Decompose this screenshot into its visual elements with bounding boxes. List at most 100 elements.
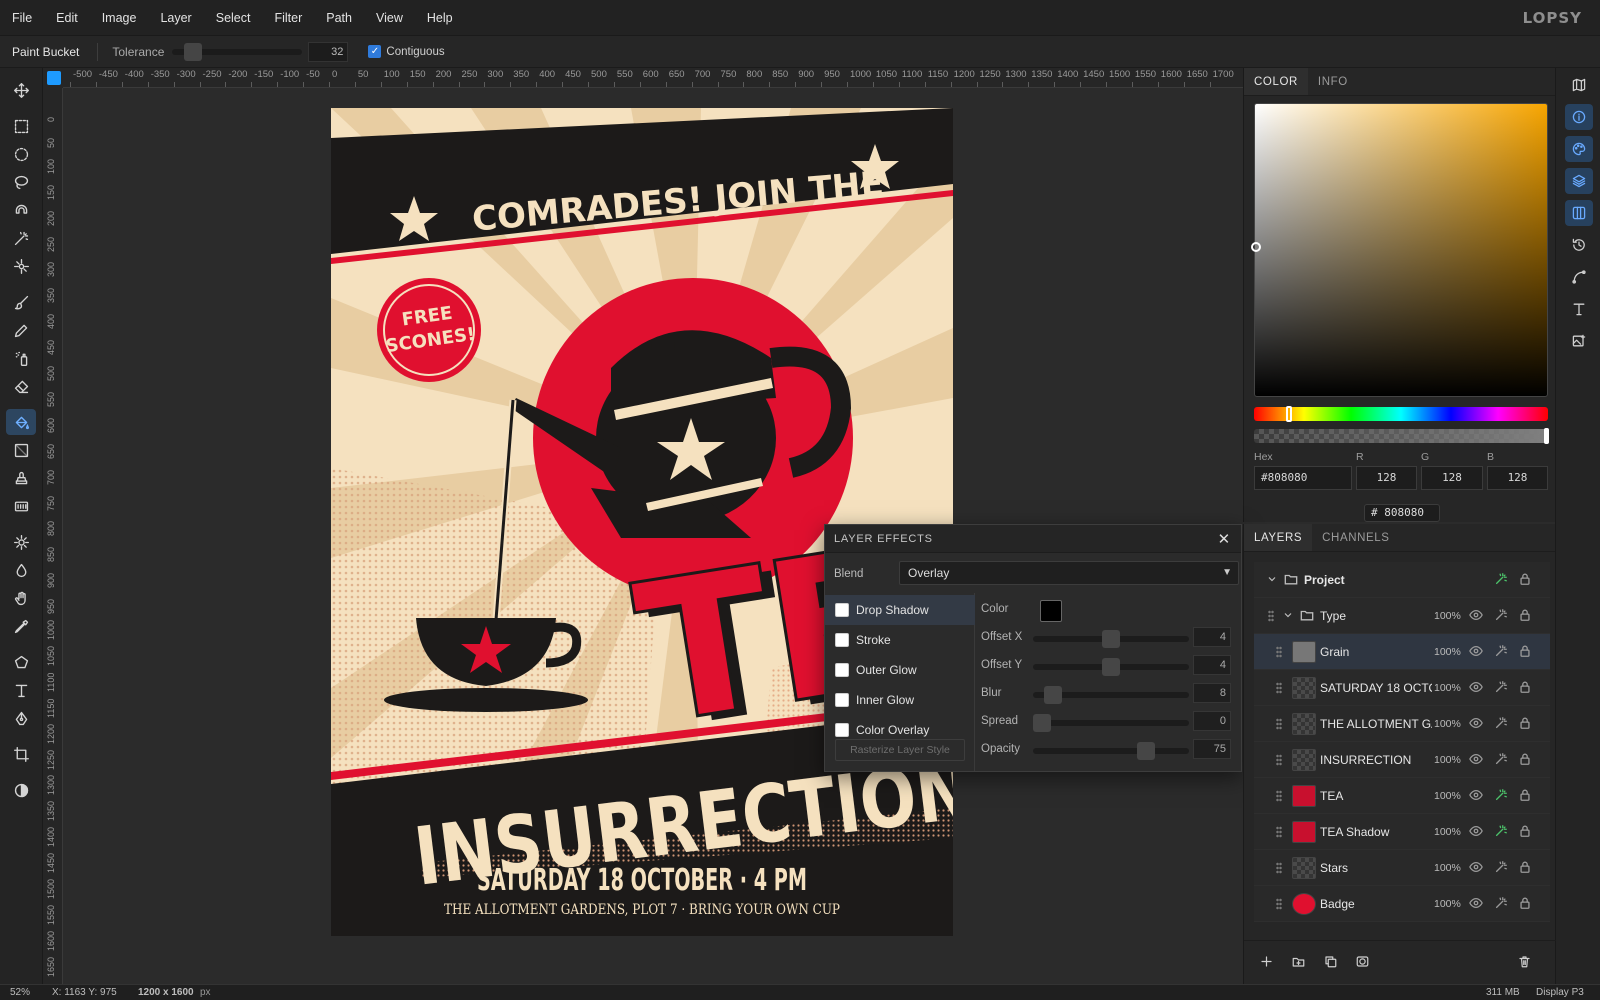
layer-effects-icon[interactable] (1494, 788, 1510, 804)
add-layer-button[interactable] (1256, 951, 1276, 971)
tab-layers[interactable]: LAYERS (1244, 524, 1313, 551)
layer-opacity[interactable]: 100% (1434, 646, 1461, 658)
opacity-value[interactable]: 75 (1193, 739, 1231, 759)
hand-tool[interactable] (6, 585, 36, 611)
layer-opacity[interactable]: 100% (1434, 754, 1461, 766)
vertical-ruler[interactable]: 0 50 100 150 200 250 300 350 400 450 500 550 600 650 7… (43, 88, 63, 984)
add-mask-button[interactable] (1352, 951, 1372, 971)
tab-info[interactable]: INFO (1308, 68, 1358, 95)
g-input[interactable]: 128 (1421, 466, 1483, 490)
lock-icon[interactable] (1518, 788, 1534, 804)
layer-row[interactable]: Grain 100% (1254, 634, 1550, 670)
visibility-eye-icon[interactable] (1469, 680, 1485, 696)
visibility-eye-icon[interactable] (1469, 644, 1485, 660)
poster-artwork[interactable]: COMRADES! JOIN THE FREE SCONES! TEA TEA … (331, 108, 953, 936)
visibility-eye-icon[interactable] (1469, 896, 1485, 912)
drag-handle-icon[interactable] (1276, 682, 1282, 694)
layer-effects-icon[interactable] (1494, 680, 1510, 696)
menu-edit[interactable]: Edit (44, 0, 90, 36)
offset-x-slider[interactable] (1033, 630, 1189, 648)
blur-tool[interactable] (6, 557, 36, 583)
lock-icon[interactable] (1518, 824, 1534, 840)
eyedropper-tool[interactable] (6, 613, 36, 639)
add-group-button[interactable] (1288, 951, 1308, 971)
color-overlay-checkbox[interactable] (835, 723, 849, 737)
ellipse-select-tool[interactable] (6, 141, 36, 167)
slider-thumb[interactable] (1136, 742, 1155, 760)
text-tool[interactable] (6, 677, 36, 703)
layer-opacity[interactable]: 100% (1434, 610, 1461, 622)
drag-handle-icon[interactable] (1268, 610, 1274, 622)
menu-file[interactable]: File (0, 0, 44, 36)
eraser-tool[interactable] (6, 373, 36, 399)
shadow-color-swatch[interactable] (1040, 600, 1062, 622)
tab-channels[interactable]: CHANNELS (1312, 524, 1399, 551)
menu-filter[interactable]: Filter (262, 0, 314, 36)
blur-value[interactable]: 8 (1193, 683, 1231, 703)
menu-select[interactable]: Select (204, 0, 263, 36)
slider-thumb[interactable] (1102, 658, 1120, 676)
effect-stroke[interactable]: Stroke (825, 625, 975, 655)
zoom-readout[interactable]: 52% (10, 987, 30, 998)
layer-opacity[interactable]: 100% (1434, 682, 1461, 694)
saturation-value-picker[interactable] (1251, 103, 1548, 397)
layer-effects-header[interactable]: LAYER EFFECTS ✕ (825, 525, 1241, 553)
shape-tool[interactable] (6, 649, 36, 675)
tolerance-slider-thumb[interactable] (184, 42, 203, 61)
offset-y-slider[interactable] (1033, 658, 1189, 676)
drag-handle-icon[interactable] (1276, 826, 1282, 838)
magnetic-lasso-tool[interactable] (6, 197, 36, 223)
paint-bucket-tool[interactable] (6, 409, 36, 435)
effect-drop-shadow[interactable]: Drop Shadow (825, 595, 975, 625)
inner-glow-checkbox[interactable] (835, 693, 849, 707)
stroke-checkbox[interactable] (835, 633, 849, 647)
layer-row[interactable]: Project (1254, 562, 1550, 598)
drag-handle-icon[interactable] (1276, 646, 1282, 658)
color-panel-button[interactable] (1565, 136, 1593, 162)
blend-mode-select[interactable]: Overlay ▼ (899, 561, 1239, 585)
spray-tool[interactable] (6, 345, 36, 371)
quick-select-tool[interactable] (6, 253, 36, 279)
spread-slider[interactable] (1033, 714, 1189, 732)
layer-row[interactable]: THE ALLOTMENT GA 100% (1254, 706, 1550, 742)
hue-slider[interactable] (1254, 406, 1548, 422)
menu-path[interactable]: Path (314, 0, 364, 36)
layer-opacity[interactable]: 100% (1434, 826, 1461, 838)
chevron-down-icon[interactable] (1282, 609, 1294, 624)
crop-tool[interactable] (6, 741, 36, 767)
slider-thumb[interactable] (1033, 714, 1051, 732)
effect-inner-glow[interactable]: Inner Glow (825, 685, 975, 715)
pattern-tool[interactable] (6, 493, 36, 519)
history-panel-button[interactable] (1565, 232, 1593, 258)
lock-icon[interactable] (1518, 680, 1534, 696)
visibility-eye-icon[interactable] (1469, 860, 1485, 876)
ruler-origin-marker[interactable] (47, 71, 61, 85)
lock-icon[interactable] (1518, 572, 1534, 588)
tolerance-slider[interactable] (172, 42, 303, 61)
menu-layer[interactable]: Layer (148, 0, 203, 36)
color-picker-handle[interactable] (1251, 242, 1261, 252)
visibility-eye-icon[interactable] (1469, 788, 1485, 804)
chevron-down-icon[interactable] (1266, 573, 1278, 588)
brush-tool[interactable] (6, 289, 36, 315)
drag-handle-icon[interactable] (1276, 898, 1282, 910)
stamp-tool[interactable] (6, 465, 36, 491)
layer-row[interactable]: INSURRECTION 100% (1254, 742, 1550, 778)
drag-handle-icon[interactable] (1276, 718, 1282, 730)
effect-outer-glow[interactable]: Outer Glow (825, 655, 975, 685)
lock-icon[interactable] (1518, 716, 1534, 732)
slider-thumb[interactable] (1044, 686, 1063, 704)
layer-opacity[interactable]: 100% (1434, 790, 1461, 802)
outer-glow-checkbox[interactable] (835, 663, 849, 677)
offset-x-value[interactable]: 4 (1193, 627, 1231, 647)
layer-opacity[interactable]: 100% (1434, 718, 1461, 730)
layer-effects-icon[interactable] (1494, 716, 1510, 732)
contrast-tool[interactable] (6, 777, 36, 803)
alpha-slider[interactable] (1254, 428, 1549, 444)
lasso-tool[interactable] (6, 169, 36, 195)
slider-thumb[interactable] (1102, 630, 1120, 648)
layers-panel-button[interactable] (1565, 168, 1593, 194)
alpha-slider-handle[interactable] (1544, 428, 1549, 444)
menu-view[interactable]: View (364, 0, 415, 36)
layer-row[interactable]: SATURDAY 18 OCTO 100% (1254, 670, 1550, 706)
